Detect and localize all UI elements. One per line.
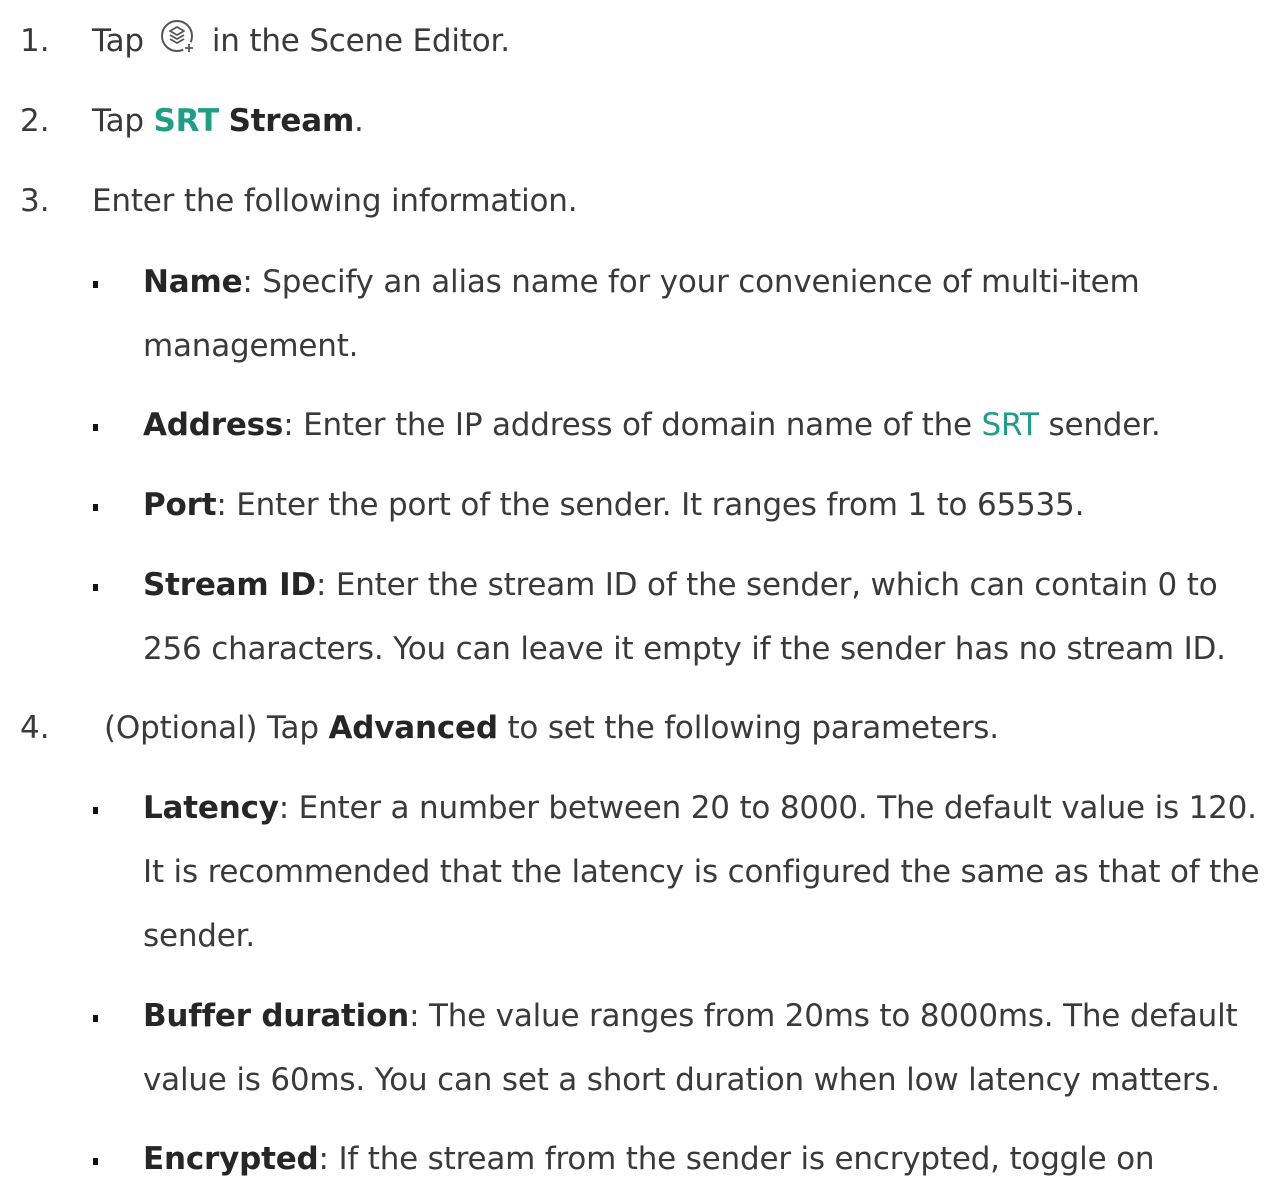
term: Stream ID [143,567,316,603]
srt-link[interactable]: SRT [154,103,220,139]
description: sender. [143,918,255,954]
term: Port [143,487,217,523]
description: : Enter the IP address of domain name of… [283,407,982,443]
step-text: to set the following parameters. [497,710,999,746]
bullet-icon [93,1015,98,1022]
description: sender. [1038,407,1161,443]
term: Encrypted [143,1141,319,1177]
bullet-icon [93,584,98,591]
term: Name [143,264,243,300]
step-text: Tap [92,23,144,59]
term: Latency [143,790,279,826]
description: : Enter the stream ID of the sender, whi… [315,567,1218,603]
description: It is recommended that the latency is co… [143,854,1260,890]
step-text: in the Scene Editor. [211,23,510,59]
description: 256 characters. You can leave it empty i… [143,631,1226,667]
step-number: 4. [20,710,50,746]
step-number: 2. [20,103,50,139]
bullet-icon [93,281,98,288]
step-text: Tap [92,103,154,139]
description: value is 60ms. You can set a short durat… [143,1062,1220,1098]
step-number: 1. [20,23,50,59]
description: : Specify an alias name for your conveni… [242,264,1140,300]
description: : If the stream from the sender is encry… [318,1141,1155,1177]
step-text: (Optional) Tap [104,710,329,746]
step-text: Enter the following information. [92,183,578,219]
term: Address [143,407,284,443]
description: management. [143,328,359,364]
add-source-icon [160,19,195,54]
stream-term: Stream [228,103,355,139]
step-number: 3. [20,183,50,219]
bullet-icon [93,504,98,511]
punctuation: . [354,103,364,139]
bullet-icon [93,1158,98,1165]
bullet-icon [93,807,98,814]
advanced-term: Advanced [328,710,498,746]
term: Buffer duration [143,998,410,1034]
srt-link[interactable]: SRT [982,407,1040,443]
description: : Enter a number between 20 to 8000. The… [278,790,1257,826]
bullet-icon [93,424,98,431]
description: : Enter the port of the sender. It range… [216,487,1085,523]
description: : The value ranges from 20ms to 8000ms. … [409,998,1238,1034]
